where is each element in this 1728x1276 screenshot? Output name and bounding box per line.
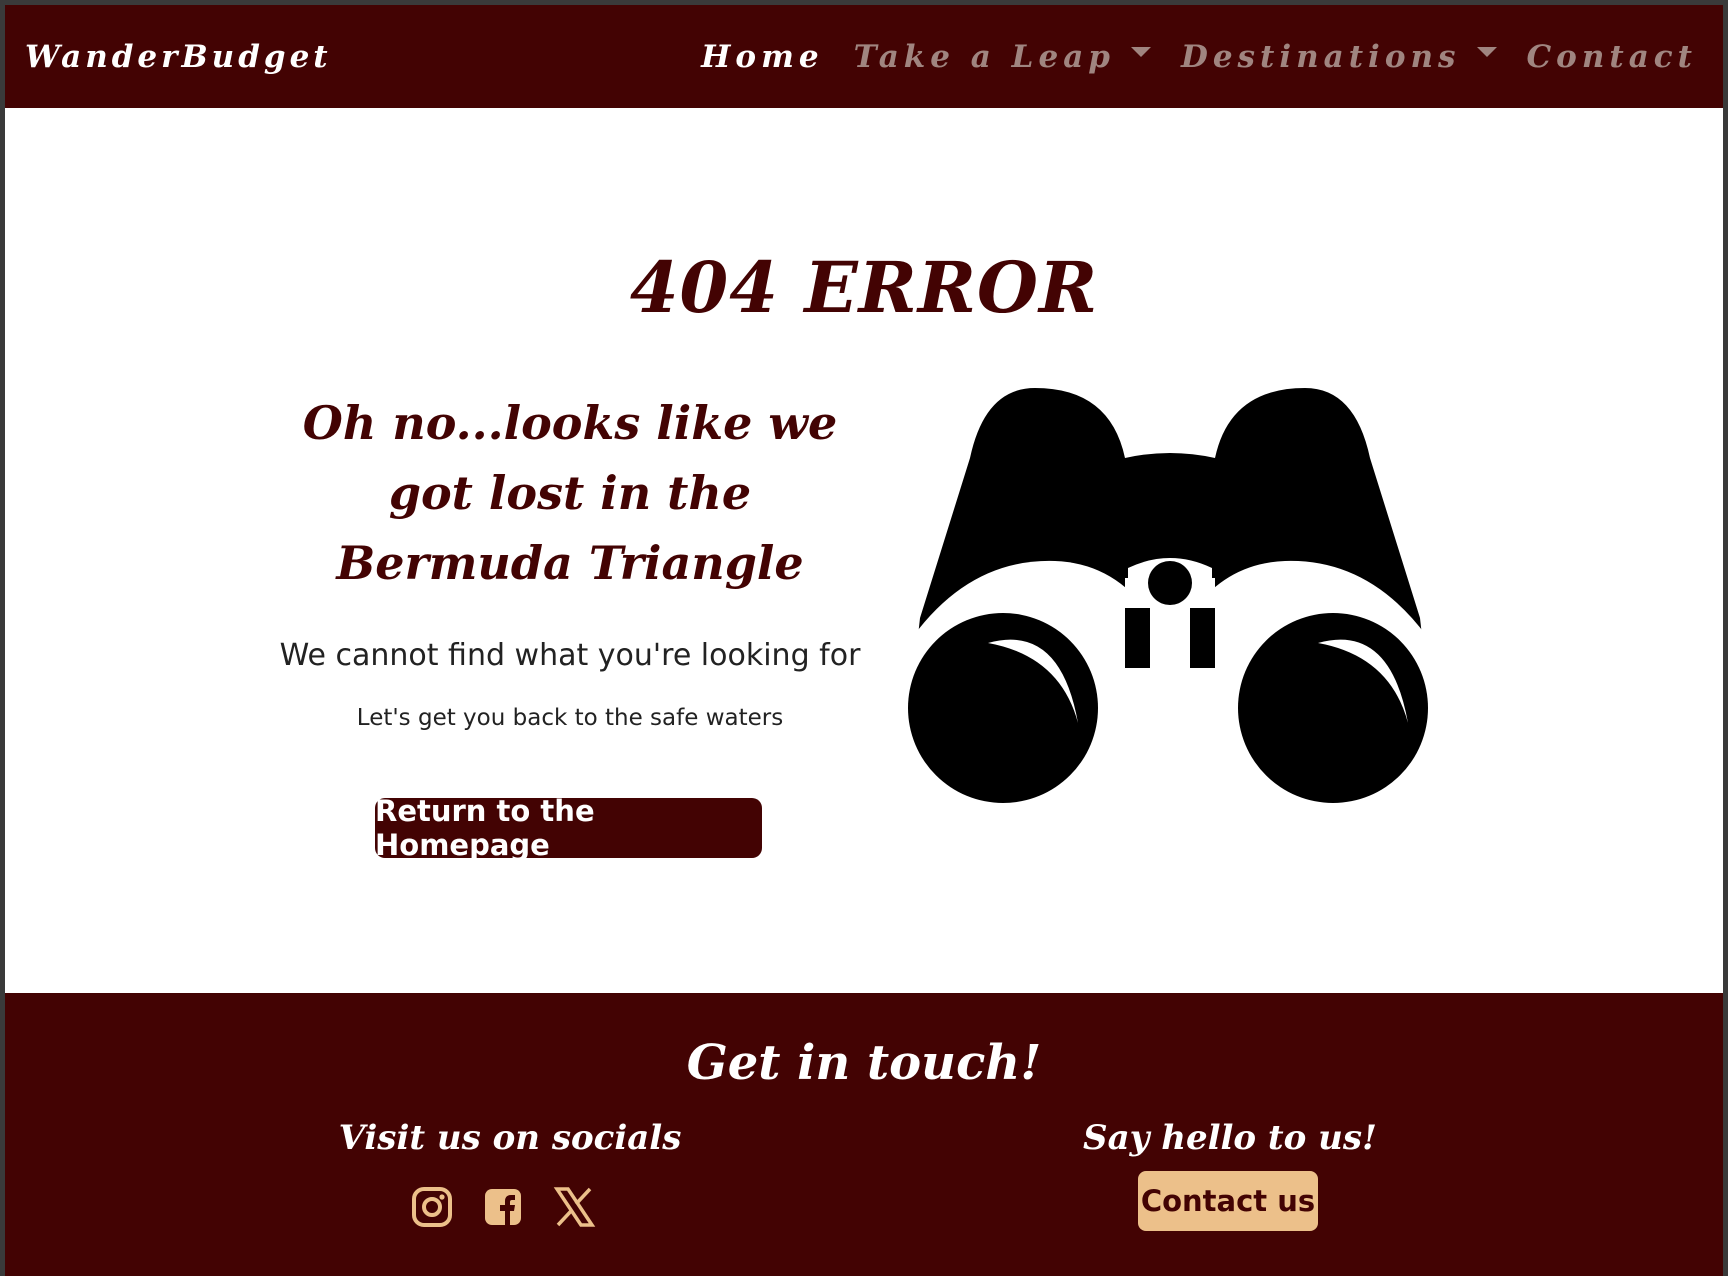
- navbar: WanderBudget Home Take a Leap Destinatio…: [5, 5, 1723, 108]
- nav-links: Home Take a Leap Destinations Contact: [671, 39, 1697, 75]
- nav-item-label: Contact: [1526, 38, 1697, 75]
- socials-heading: Visit us on socials: [338, 1118, 682, 1158]
- facebook-icon[interactable]: [481, 1185, 525, 1229]
- error-note: Let's get you back to the safe waters: [356, 705, 784, 731]
- hello-heading: Say hello to us!: [1083, 1118, 1377, 1158]
- error-headline: Oh no...looks like we got lost in the Be…: [302, 396, 838, 590]
- binoculars-icon: [905, 388, 1435, 803]
- x-twitter-icon[interactable]: [552, 1185, 596, 1229]
- error-subtitle: We cannot find what you're looking for: [279, 638, 861, 673]
- nav-item-destinations[interactable]: Destinations: [1181, 39, 1497, 75]
- return-home-button[interactable]: Return to the Homepage: [375, 794, 762, 862]
- brand-logo[interactable]: WanderBudget: [25, 39, 332, 75]
- caret-down-icon: [1130, 46, 1151, 57]
- instagram-icon[interactable]: [410, 1185, 454, 1229]
- nav-item-label: Destinations: [1180, 38, 1461, 75]
- footer: Get in touch! Visit us on socials Say he…: [5, 993, 1723, 1276]
- main-content: 404 ERROR Oh no...looks like we got lost…: [5, 108, 1723, 993]
- footer-title: Get in touch!: [686, 1035, 1042, 1091]
- social-icons: [410, 1185, 623, 1229]
- nav-item-contact[interactable]: Contact: [1527, 39, 1698, 75]
- caret-down-icon: [1476, 46, 1497, 57]
- nav-item-home[interactable]: Home: [701, 39, 824, 75]
- error-title: 404 ERROR: [629, 246, 1099, 329]
- nav-item-take-a-leap[interactable]: Take a Leap: [854, 39, 1151, 75]
- contact-us-button[interactable]: Contact us: [1138, 1171, 1318, 1231]
- nav-item-label: Home: [701, 38, 824, 75]
- nav-item-label: Take a Leap: [853, 38, 1115, 75]
